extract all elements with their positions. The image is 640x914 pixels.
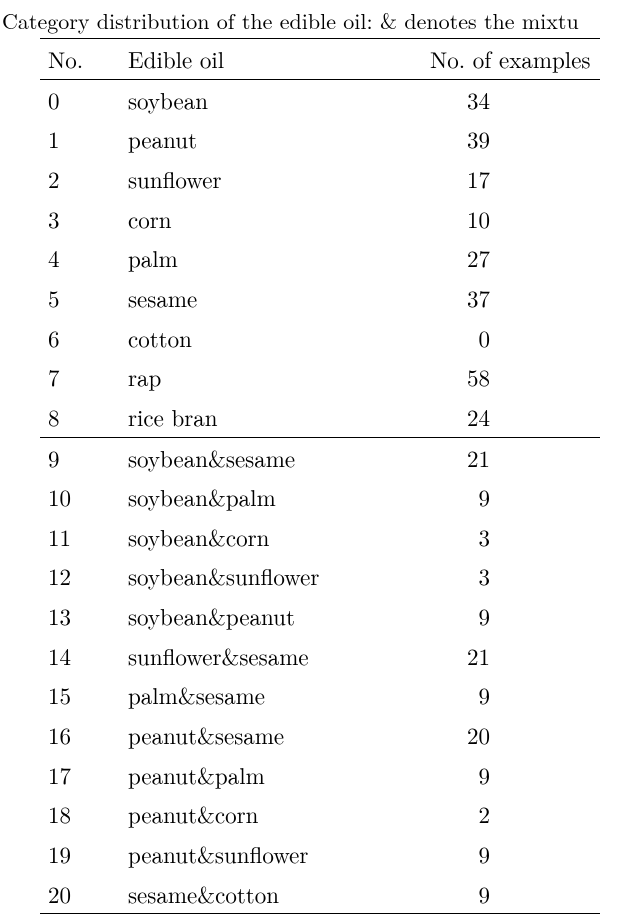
cell-count: 3 — [400, 556, 600, 596]
table-row: 5sesame37 — [40, 278, 600, 318]
cell-no: 12 — [40, 556, 120, 596]
cell-count: 21 — [400, 437, 600, 477]
cell-no: 0 — [40, 79, 120, 119]
table-row: 10soybean&palm9 — [40, 477, 600, 517]
table-row: 12soybean&sunflower3 — [40, 556, 600, 596]
cell-count: 21 — [400, 636, 600, 676]
cell-no: 3 — [40, 199, 120, 239]
cell-no: 15 — [40, 675, 120, 715]
table-row: 2sunflower17 — [40, 159, 600, 199]
table-row: 0soybean34 — [40, 79, 600, 119]
cell-name: peanut&sesame — [120, 715, 400, 755]
cell-count: 2 — [400, 794, 600, 834]
cell-name: palm — [120, 238, 400, 278]
cell-name: soybean&corn — [120, 517, 400, 557]
cell-name: soybean — [120, 79, 400, 119]
cell-name: sesame — [120, 278, 400, 318]
table-caption: Category distribution of the edible oil:… — [0, 4, 640, 38]
cell-name: peanut&corn — [120, 794, 400, 834]
table-row: 11soybean&corn3 — [40, 517, 600, 557]
cell-name: peanut&sunflower — [120, 834, 400, 874]
cell-no: 5 — [40, 278, 120, 318]
cell-count: 9 — [400, 675, 600, 715]
cell-name: peanut&palm — [120, 755, 400, 795]
cell-no: 20 — [40, 874, 120, 914]
cell-count: 58 — [400, 357, 600, 397]
cell-count: 24 — [400, 397, 600, 437]
cell-name: peanut — [120, 119, 400, 159]
table-row: 8rice bran24 — [40, 397, 600, 437]
cell-no: 10 — [40, 477, 120, 517]
table-row: 15palm&sesame9 — [40, 675, 600, 715]
cell-name: cotton — [120, 318, 400, 358]
cell-name: soybean&sesame — [120, 437, 400, 477]
cell-count: 9 — [400, 834, 600, 874]
cell-name: soybean&palm — [120, 477, 400, 517]
cell-no: 11 — [40, 517, 120, 557]
cell-count: 27 — [400, 238, 600, 278]
cell-no: 13 — [40, 596, 120, 636]
cell-count: 39 — [400, 119, 600, 159]
table-row: 4palm27 — [40, 238, 600, 278]
cell-count: 9 — [400, 755, 600, 795]
cell-name: palm&sesame — [120, 675, 400, 715]
cell-count: 34 — [400, 79, 600, 119]
table-row: 17peanut&palm9 — [40, 755, 600, 795]
cell-no: 18 — [40, 794, 120, 834]
table-header-row: No. Edible oil No. of examples — [40, 39, 600, 80]
cell-count: 20 — [400, 715, 600, 755]
cell-count: 3 — [400, 517, 600, 557]
cell-no: 19 — [40, 834, 120, 874]
edible-oil-table: No. Edible oil No. of examples 0soybean3… — [40, 38, 600, 914]
cell-no: 16 — [40, 715, 120, 755]
cell-no: 8 — [40, 397, 120, 437]
table-row: 6cotton0 — [40, 318, 600, 358]
cell-no: 4 — [40, 238, 120, 278]
cell-name: soybean&peanut — [120, 596, 400, 636]
cell-name: sunflower&sesame — [120, 636, 400, 676]
cell-no: 6 — [40, 318, 120, 358]
table-row: 7rap58 — [40, 357, 600, 397]
cell-no: 14 — [40, 636, 120, 676]
table-row: 20sesame&cotton9 — [40, 874, 600, 914]
cell-name: corn — [120, 199, 400, 239]
cell-name: rap — [120, 357, 400, 397]
table-row: 16peanut&sesame20 — [40, 715, 600, 755]
cell-name: sesame&cotton — [120, 874, 400, 914]
cell-name: soybean&sunflower — [120, 556, 400, 596]
cell-count: 9 — [400, 596, 600, 636]
table-row: 1peanut39 — [40, 119, 600, 159]
table-row: 19peanut&sunflower9 — [40, 834, 600, 874]
table-row: 14sunflower&sesame21 — [40, 636, 600, 676]
col-header-no: No. — [40, 39, 120, 80]
cell-no: 9 — [40, 437, 120, 477]
table-row: 18peanut&corn2 — [40, 794, 600, 834]
cell-no: 1 — [40, 119, 120, 159]
cell-count: 10 — [400, 199, 600, 239]
cell-count: 9 — [400, 477, 600, 517]
col-header-name: Edible oil — [120, 39, 400, 80]
table-row: 3corn10 — [40, 199, 600, 239]
col-header-count: No. of examples — [400, 39, 600, 80]
table-row: 13soybean&peanut9 — [40, 596, 600, 636]
cell-count: 9 — [400, 874, 600, 914]
cell-no: 2 — [40, 159, 120, 199]
cell-no: 17 — [40, 755, 120, 795]
cell-no: 7 — [40, 357, 120, 397]
cell-name: rice bran — [120, 397, 400, 437]
cell-count: 37 — [400, 278, 600, 318]
cell-name: sunflower — [120, 159, 400, 199]
table-row: 9soybean&sesame21 — [40, 437, 600, 477]
cell-count: 0 — [400, 318, 600, 358]
cell-count: 17 — [400, 159, 600, 199]
